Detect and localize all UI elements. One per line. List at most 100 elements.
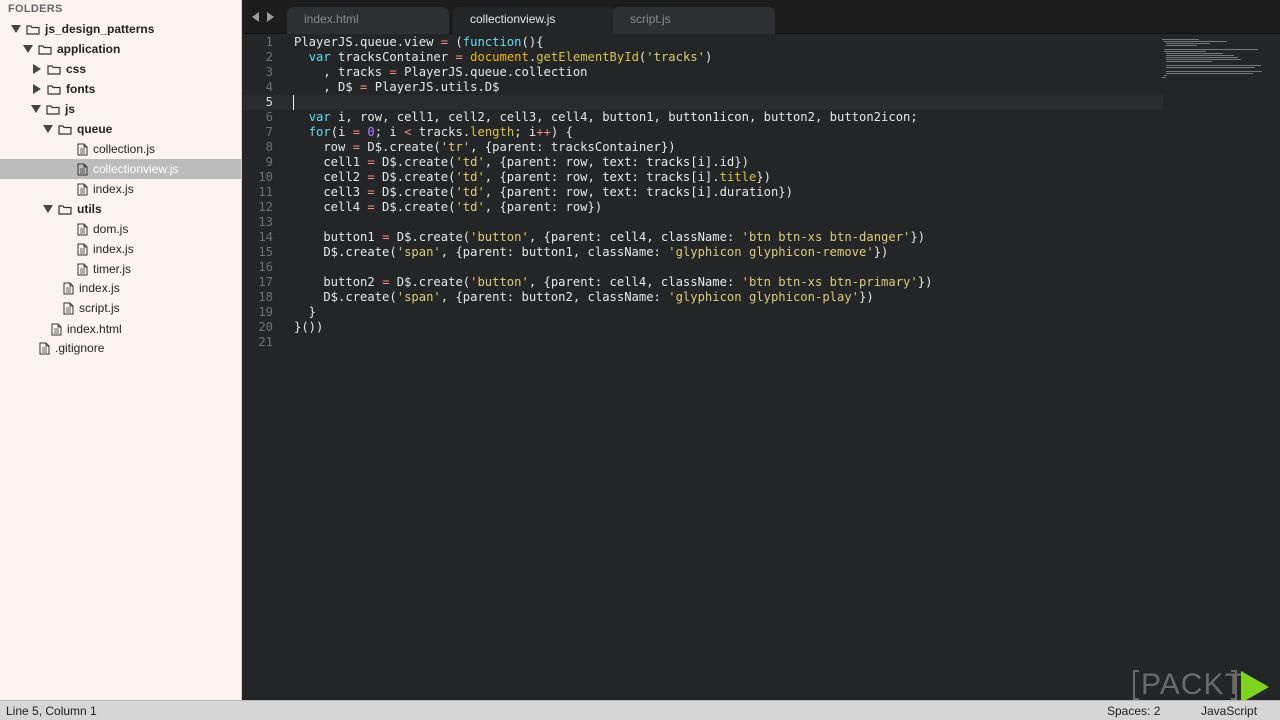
tree-file[interactable]: dom.js — [0, 219, 241, 239]
line-number: 19 — [258, 305, 273, 319]
code-text: cell4 = D$.create('td', {parent: row}) — [294, 200, 603, 214]
tab-index-html[interactable]: index.html — [287, 7, 449, 34]
tree-file[interactable]: index.js — [0, 239, 241, 259]
file-icon — [77, 263, 93, 276]
tree-file[interactable]: index.js — [0, 278, 241, 298]
folder-icon — [58, 124, 77, 135]
code-line[interactable]: 5 — [243, 95, 1163, 110]
disclosure-collapsed-icon[interactable] — [33, 64, 41, 74]
line-number: 16 — [258, 260, 273, 274]
tree-item-label: collection.js — [93, 142, 156, 156]
line-number: 6 — [265, 110, 273, 124]
code-line[interactable]: 4 , D$ = PlayerJS.utils.D$ — [243, 80, 1163, 95]
tree-item-label: js — [65, 102, 76, 116]
disclosure-expanded-icon[interactable] — [43, 125, 53, 133]
code-line[interactable]: 15 D$.create('span', {parent: button1, c… — [243, 245, 1163, 260]
minimap-line — [1166, 67, 1256, 68]
code-line[interactable]: 14 button1 = D$.create('button', {parent… — [243, 230, 1163, 245]
folders-header: FOLDERS — [8, 3, 63, 15]
tree-folder[interactable]: queue — [0, 119, 241, 139]
disclosure-expanded-icon[interactable] — [31, 105, 41, 113]
folder-icon — [26, 24, 45, 35]
code-line[interactable]: 21 — [243, 335, 1163, 350]
code-text: D$.create('span', {parent: button2, clas… — [294, 290, 874, 304]
line-number: 12 — [258, 200, 273, 214]
code-line[interactable]: 6 var i, row, cell1, cell2, cell3, cell4… — [243, 110, 1163, 125]
code-line[interactable]: 17 button2 = D$.create('button', {parent… — [243, 275, 1163, 290]
status-bar: Line 5, Column 1 Spaces: 2 JavaScript — [0, 700, 1280, 720]
line-number: 7 — [265, 125, 273, 139]
tree-folder[interactable]: js_design_patterns — [0, 19, 241, 39]
line-number: 9 — [265, 155, 273, 169]
tree-item-label: collectionview.js — [93, 162, 179, 176]
folder-icon — [47, 84, 66, 95]
minimap-line — [1164, 49, 1258, 50]
tab-collectionview-js[interactable]: collectionview.js — [453, 7, 615, 34]
file-icon — [77, 183, 93, 196]
line-number: 3 — [265, 65, 273, 79]
line-number: 5 — [265, 95, 273, 109]
code-line[interactable]: 13 — [243, 215, 1163, 230]
tree-file[interactable]: collection.js — [0, 139, 241, 159]
line-number: 15 — [258, 245, 273, 259]
code-line[interactable]: 11 cell3 = D$.create('td', {parent: row,… — [243, 185, 1163, 200]
tab-nav-right-icon[interactable] — [267, 12, 274, 22]
minimap-line — [1162, 77, 1167, 78]
tab-nav-left-icon[interactable] — [252, 12, 259, 22]
minimap-line — [1164, 51, 1206, 52]
tree-item-label: dom.js — [93, 222, 129, 236]
logo-text: PACKT — [1141, 668, 1244, 701]
code-editor[interactable]: 1 PlayerJS.queue.view = (function(){2 var… — [243, 34, 1280, 700]
tree-folder[interactable]: application — [0, 39, 241, 59]
code-line[interactable]: 2 var tracksContainer = document.getElem… — [243, 50, 1163, 65]
minimap-line — [1162, 39, 1200, 40]
code-text: cell2 = D$.create('td', {parent: row, te… — [294, 170, 771, 184]
tree-folder[interactable]: fonts — [0, 79, 241, 99]
code-text: D$.create('span', {parent: button1, clas… — [294, 245, 889, 259]
code-line[interactable]: 8 row = D$.create('tr', {parent: tracksC… — [243, 140, 1163, 155]
line-number: 11 — [258, 185, 273, 199]
code-line[interactable]: 9 cell1 = D$.create('td', {parent: row, … — [243, 155, 1163, 170]
tree-file[interactable]: .gitignore — [0, 338, 241, 358]
tree-file[interactable]: timer.js — [0, 259, 241, 279]
code-text: , D$ = PlayerJS.utils.D$ — [294, 80, 500, 94]
code-line[interactable]: 10 cell2 = D$.create('td', {parent: row,… — [243, 170, 1163, 185]
tree-file[interactable]: index.js — [0, 179, 241, 199]
tree-folder[interactable]: utils — [0, 199, 241, 219]
indentation-setting[interactable]: Spaces: 2 — [1107, 704, 1160, 718]
code-text: cell1 = D$.create('td', {parent: row, te… — [294, 155, 749, 169]
line-number: 13 — [258, 215, 273, 229]
file-icon — [51, 323, 67, 336]
code-line[interactable]: 19 } — [243, 305, 1163, 320]
tab-script-js[interactable]: script.js — [613, 7, 775, 34]
minimap[interactable] — [1162, 39, 1262, 79]
code-line[interactable]: 3 , tracks = PlayerJS.queue.collection — [243, 65, 1163, 80]
tree-file[interactable]: index.html — [0, 319, 241, 339]
tree-item-label: .gitignore — [55, 341, 105, 355]
disclosure-expanded-icon[interactable] — [11, 25, 21, 33]
file-icon — [63, 302, 79, 315]
line-number: 10 — [258, 170, 273, 184]
disclosure-collapsed-icon[interactable] — [33, 84, 41, 94]
tree-item-label: fonts — [66, 82, 96, 96]
code-line[interactable]: 1 PlayerJS.queue.view = (function(){ — [243, 35, 1163, 50]
tree-folder[interactable]: css — [0, 59, 241, 79]
line-number: 8 — [265, 140, 273, 154]
code-line[interactable]: 16 — [243, 260, 1163, 275]
code-text: cell3 = D$.create('td', {parent: row, te… — [294, 185, 793, 199]
tree-item-label: index.html — [67, 322, 122, 336]
text-caret — [293, 95, 294, 110]
tree-folder[interactable]: js — [0, 99, 241, 119]
disclosure-expanded-icon[interactable] — [43, 205, 53, 213]
code-line[interactable]: 20}()) — [243, 320, 1163, 335]
disclosure-expanded-icon[interactable] — [23, 45, 33, 53]
minimap-line — [1166, 61, 1213, 62]
code-text: PlayerJS.queue.view = (function(){ — [294, 35, 544, 49]
code-line[interactable]: 7 for(i = 0; i < tracks.length; i++) { — [243, 125, 1163, 140]
code-line[interactable]: 12 cell4 = D$.create('td', {parent: row}… — [243, 200, 1163, 215]
syntax-mode[interactable]: JavaScript — [1201, 704, 1257, 718]
file-icon — [77, 223, 93, 236]
tree-file[interactable]: collectionview.js — [0, 159, 241, 179]
tree-file[interactable]: script.js — [0, 298, 241, 318]
code-line[interactable]: 18 D$.create('span', {parent: button2, c… — [243, 290, 1163, 305]
